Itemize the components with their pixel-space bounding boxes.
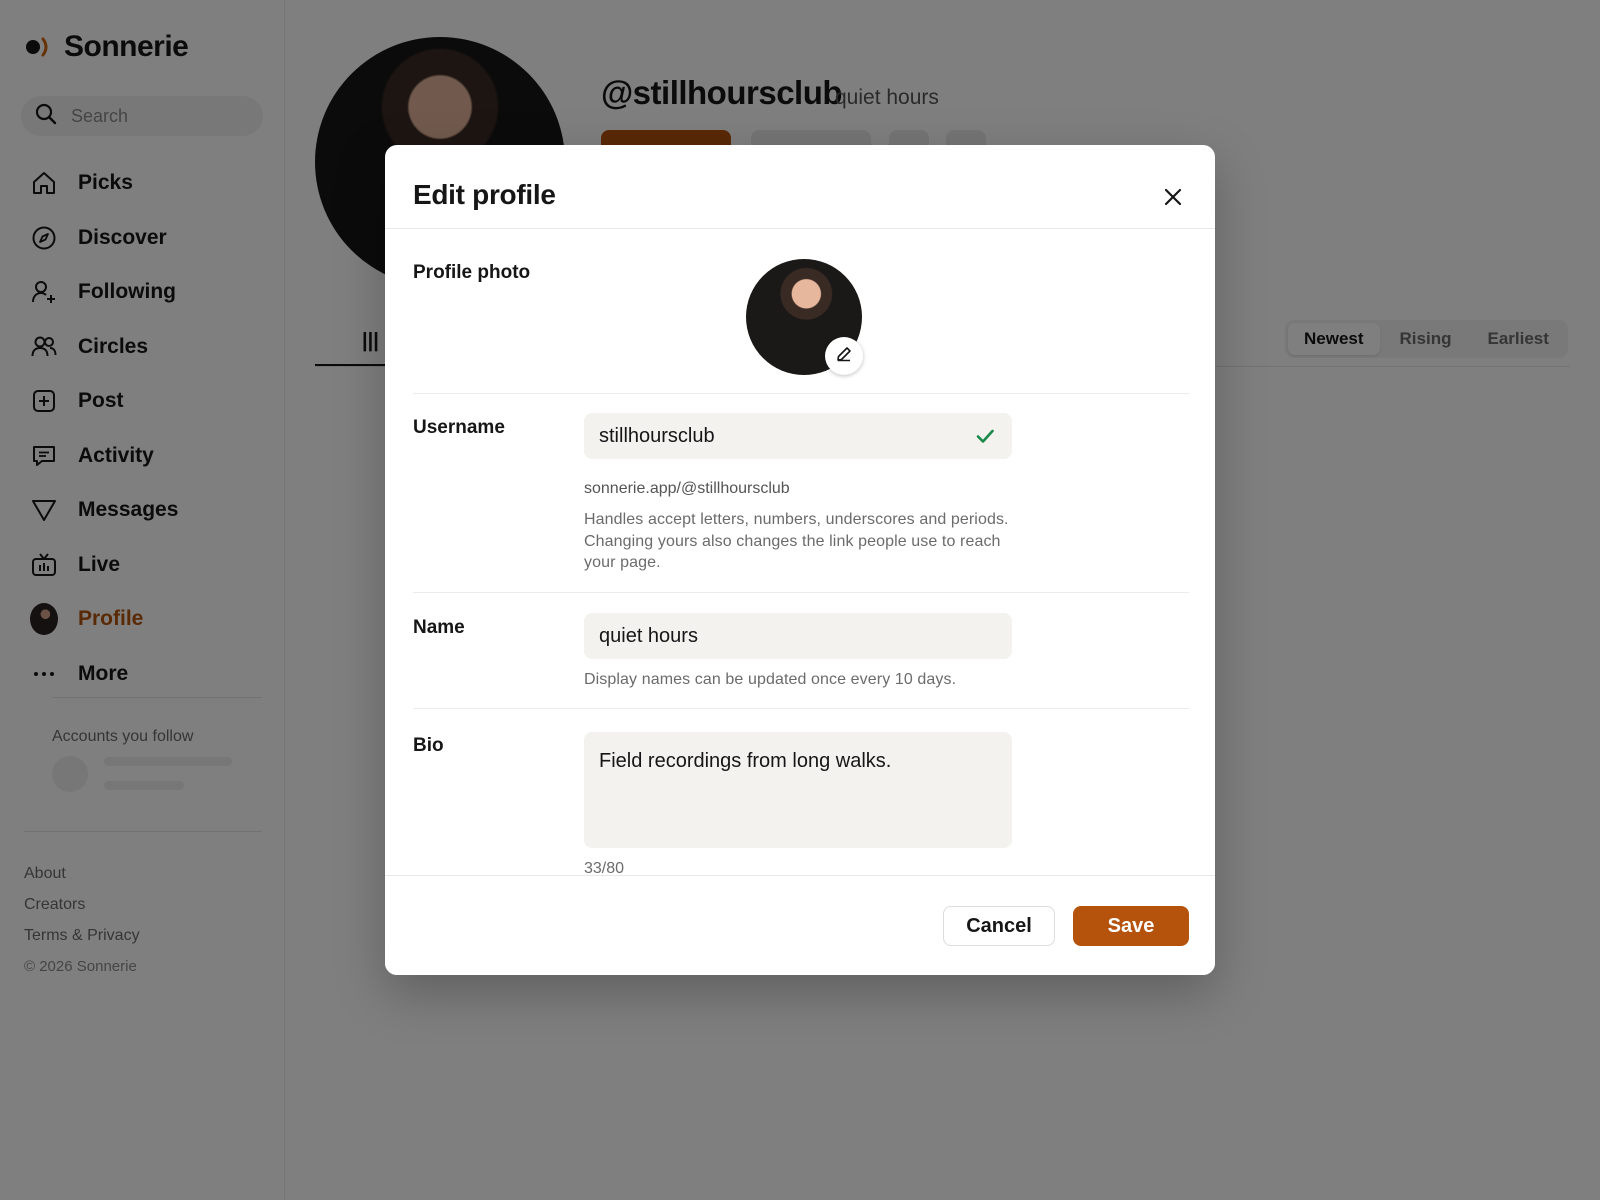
row-divider (413, 708, 1189, 709)
dialog-footer: Cancel Save (385, 875, 1215, 975)
name-value: quiet hours (599, 624, 698, 647)
close-icon (1163, 187, 1183, 212)
close-button[interactable] (1155, 181, 1191, 217)
name-input[interactable]: quiet hours (584, 613, 1012, 659)
save-button[interactable]: Save (1073, 906, 1189, 946)
username-value: stillhoursclub (599, 424, 715, 447)
name-label: Name (413, 617, 465, 638)
bio-textarea[interactable]: Field recordings from long walks. (584, 732, 1012, 848)
bio-value: Field recordings from long walks. (599, 750, 892, 772)
profile-photo-label: Profile photo (413, 262, 531, 283)
check-icon (974, 425, 996, 453)
username-label: Username (413, 417, 505, 438)
app-root: Sonnerie Search Picks Discover Following (0, 0, 1600, 1200)
username-input[interactable]: stillhoursclub (584, 413, 1012, 459)
username-help: Handles accept letters, numbers, undersc… (584, 511, 1009, 571)
edit-photo-button[interactable] (825, 337, 863, 375)
bio-label: Bio (413, 735, 444, 756)
row-divider (413, 393, 1189, 394)
cancel-button[interactable]: Cancel (943, 906, 1055, 946)
edit-profile-dialog: Edit profile Profile photo Username stil… (385, 145, 1215, 975)
dialog-title: Edit profile (413, 179, 556, 210)
row-divider (413, 592, 1189, 593)
dialog-header: Edit profile (385, 145, 1215, 229)
name-help: Display names can be updated once every … (584, 671, 957, 688)
profile-url: sonnerie.app/@stillhoursclub (584, 480, 790, 497)
pencil-icon (835, 345, 853, 368)
